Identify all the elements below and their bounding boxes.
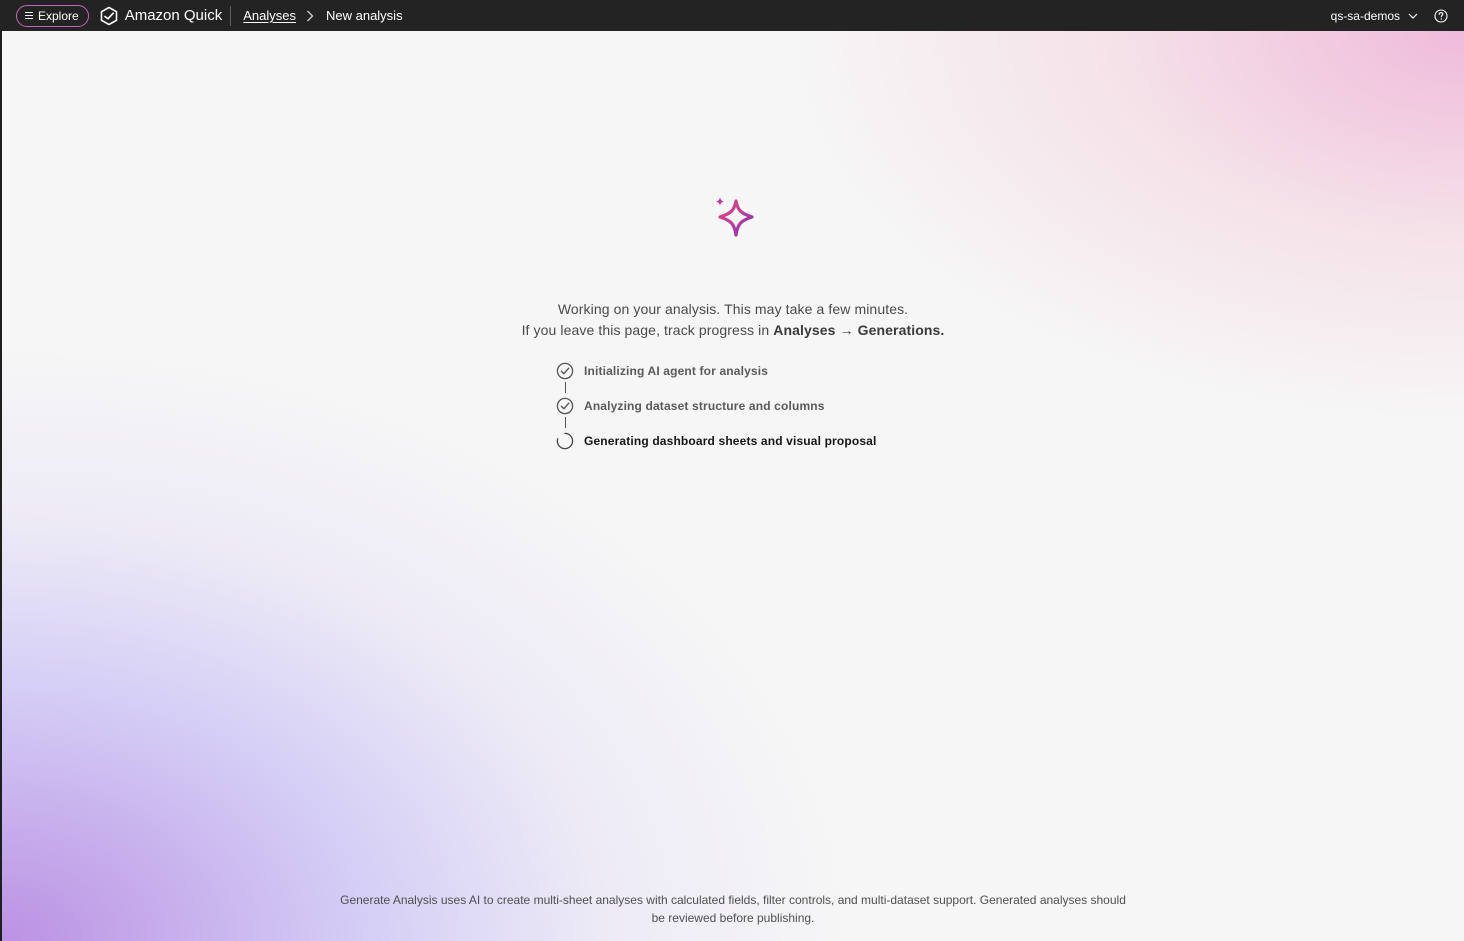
progress-step-label: Analyzing dataset structure and columns [584,399,825,413]
explore-button[interactable]: Explore [16,4,89,27]
breadcrumb-analyses-link[interactable]: Analyses [243,8,296,23]
arrow-right-icon: → [839,322,854,338]
quick-logo-icon [100,6,117,25]
status-message-prefix: If you leave this page, track progress i… [521,322,770,338]
check-circle-icon [555,396,575,416]
account-menu[interactable]: qs-sa-demos [1331,9,1418,23]
status-message-primary: Working on your analysis. This may take … [557,301,909,317]
status-location-analyses: Analyses [773,322,836,338]
help-button[interactable] [1434,8,1448,23]
sparkle-icon [716,197,754,237]
account-name: qs-sa-demos [1330,8,1400,23]
progress-step: Generating dashboard sheets and visual p… [555,431,876,466]
step-connector [565,417,566,428]
progress-step: Analyzing dataset structure and columns [555,396,876,431]
progress-step-label: Initializing AI agent for analysis [584,364,769,378]
progress-step-label: Generating dashboard sheets and visual p… [584,434,877,448]
topbar-right-group: qs-sa-demos [1331,9,1448,23]
check-circle-icon [555,361,575,381]
progress-step: Initializing AI agent for analysis [555,361,876,396]
top-navigation-bar: Explore Amazon Quick Analyses New analys… [0,0,1464,31]
brand-divider [230,5,232,26]
breadcrumb-current: New analysis [325,8,403,23]
chevron-down-icon [1408,13,1418,19]
status-message-secondary: If you leave this page, track progress i… [2,322,1464,338]
brand-home-link[interactable]: Amazon Quick [99,6,223,26]
step-connector [565,382,566,393]
generation-progress-panel: Working on your analysis. This may take … [2,31,1464,941]
hamburger-icon [25,12,33,19]
help-circle-icon [1434,8,1448,23]
spinner-icon [555,431,575,451]
explore-button-label: Explore [38,8,79,23]
progress-step-list: Initializing AI agent for analysis Analy… [555,361,876,466]
status-location-generations: Generations. [857,322,945,338]
chevron-right-icon [306,10,314,22]
ai-disclaimer: Generate Analysis uses AI to create mult… [340,893,1126,925]
brand-name: Amazon Quick [124,7,223,24]
